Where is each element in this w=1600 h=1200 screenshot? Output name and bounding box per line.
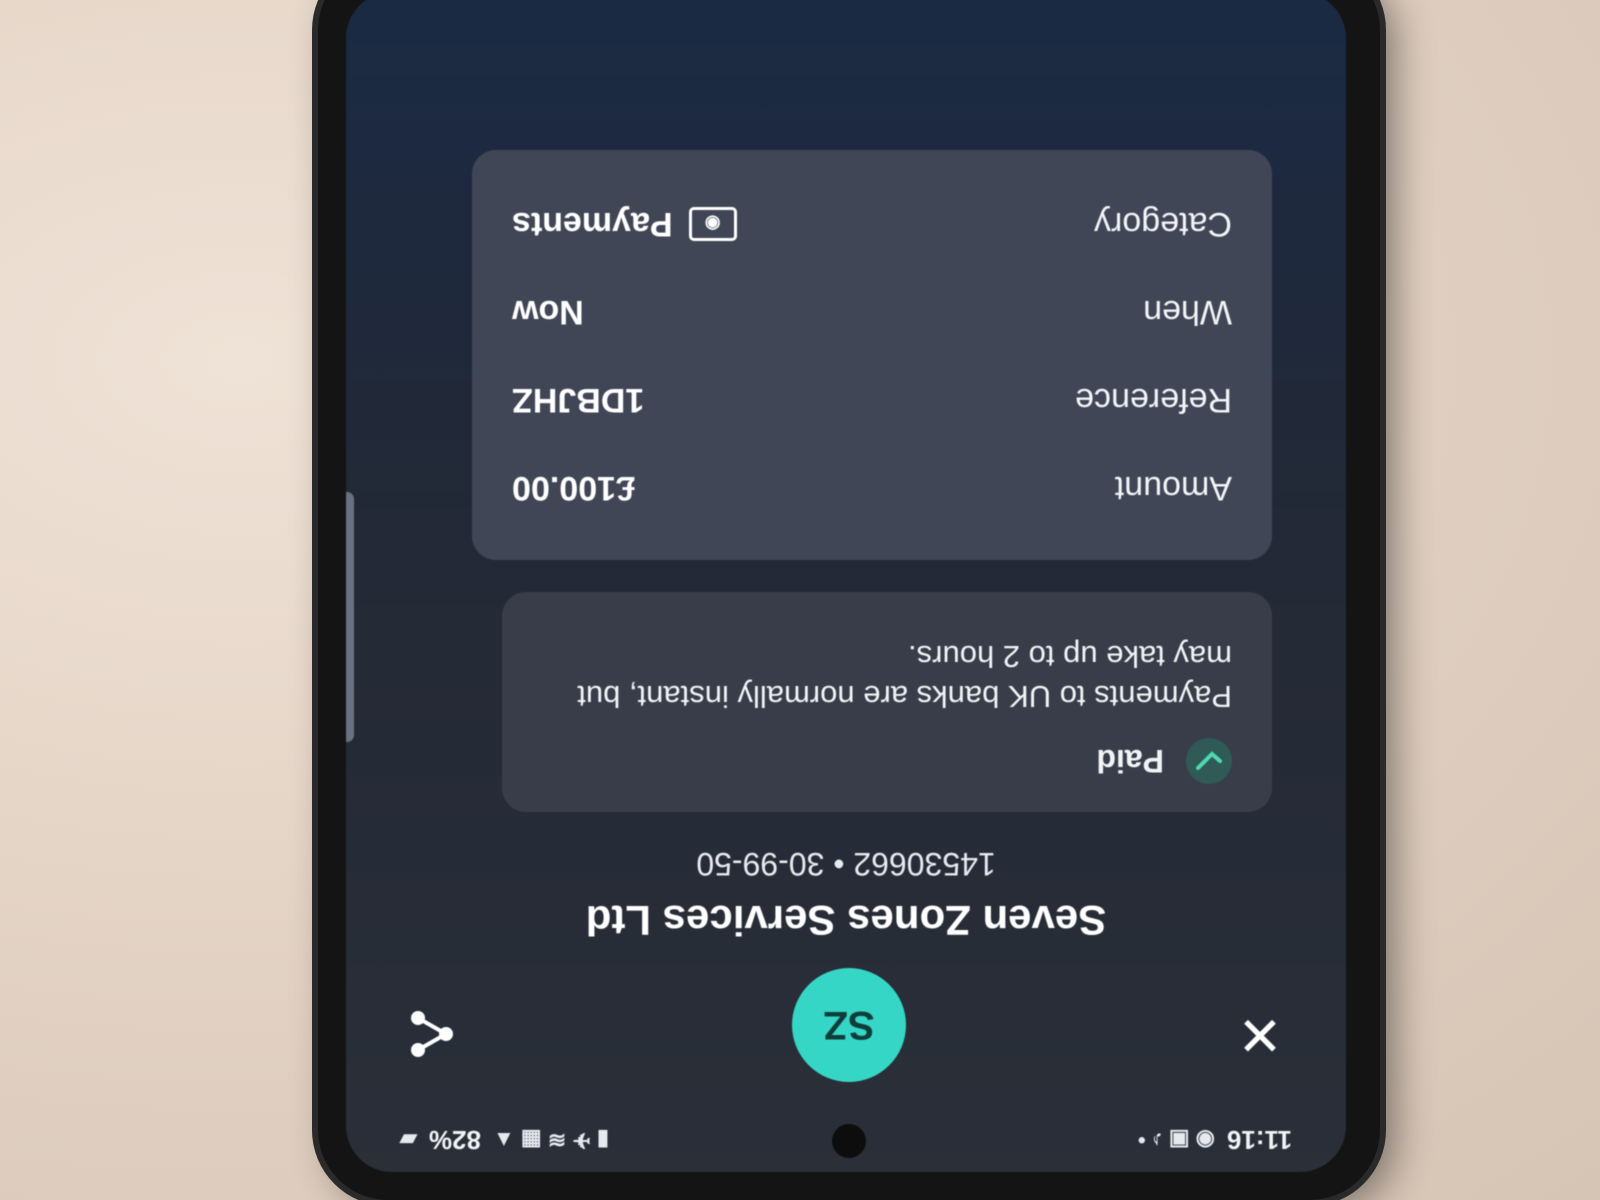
detail-label: Reference (1075, 381, 1232, 420)
category-value: Payments (512, 205, 673, 244)
payment-status-card: Paid Payments to UK banks are normally i… (502, 592, 1272, 812)
cash-icon: ◉ (688, 207, 737, 241)
detail-label: Amount (1114, 469, 1232, 508)
scrollbar[interactable] (346, 492, 354, 742)
status-left: 11:16 ◉ ▣ ♪ • (1138, 1125, 1292, 1156)
share-icon[interactable] (404, 1006, 460, 1062)
detail-value-amount: £100.00 (512, 469, 635, 508)
status-time: 11:16 (1226, 1125, 1292, 1156)
detail-value-reference: 1DBJHZ (512, 381, 645, 420)
paid-row: Paid (542, 738, 1232, 784)
avatar: SZ (792, 968, 906, 1082)
payee-account: 14530662 • 30-99-50 (696, 846, 996, 882)
payment-detail-screen: 11:16 ◉ ▣ ♪ • ▮ ✈ ≋ ▦ ▲ 82% ▰ ✕ SZ Seven… (346, 0, 1346, 1172)
detail-value-when: Now (512, 293, 584, 332)
detail-row-amount: Amount £100.00 (512, 444, 1232, 532)
top-actions: ✕ SZ (346, 962, 1346, 1082)
status-note: Payments to UK banks are normally instan… (577, 639, 1232, 714)
paid-label: Paid (1096, 743, 1164, 780)
signal-icons: ▮ ✈ ≋ ▦ ▲ (492, 1128, 609, 1153)
details-card: Amount £100.00 Reference 1DBJHZ When Now… (472, 150, 1272, 560)
check-icon (1186, 738, 1232, 784)
close-icon[interactable]: ✕ (1232, 1004, 1288, 1064)
payee-name: Seven Zones Services Ltd (585, 897, 1107, 944)
notification-icons: ◉ ▣ ♪ • (1137, 1128, 1215, 1153)
detail-row-category[interactable]: Category ◉ Payments (512, 180, 1232, 268)
status-right: ▮ ✈ ≋ ▦ ▲ 82% ▰ (400, 1125, 609, 1156)
detail-label: Category (1094, 205, 1232, 244)
detail-value-category[interactable]: ◉ Payments (512, 205, 737, 244)
phone-device: 11:16 ◉ ▣ ♪ • ▮ ✈ ≋ ▦ ▲ 82% ▰ ✕ SZ Seven… (318, 0, 1380, 1200)
detail-label: When (1143, 293, 1232, 332)
detail-row-reference: Reference 1DBJHZ (512, 356, 1232, 444)
battery-percent: 82% (428, 1125, 481, 1156)
camera-cutout (832, 1124, 866, 1158)
battery-icon: ▰ (400, 1128, 417, 1153)
detail-row-when: When Now (512, 268, 1232, 356)
